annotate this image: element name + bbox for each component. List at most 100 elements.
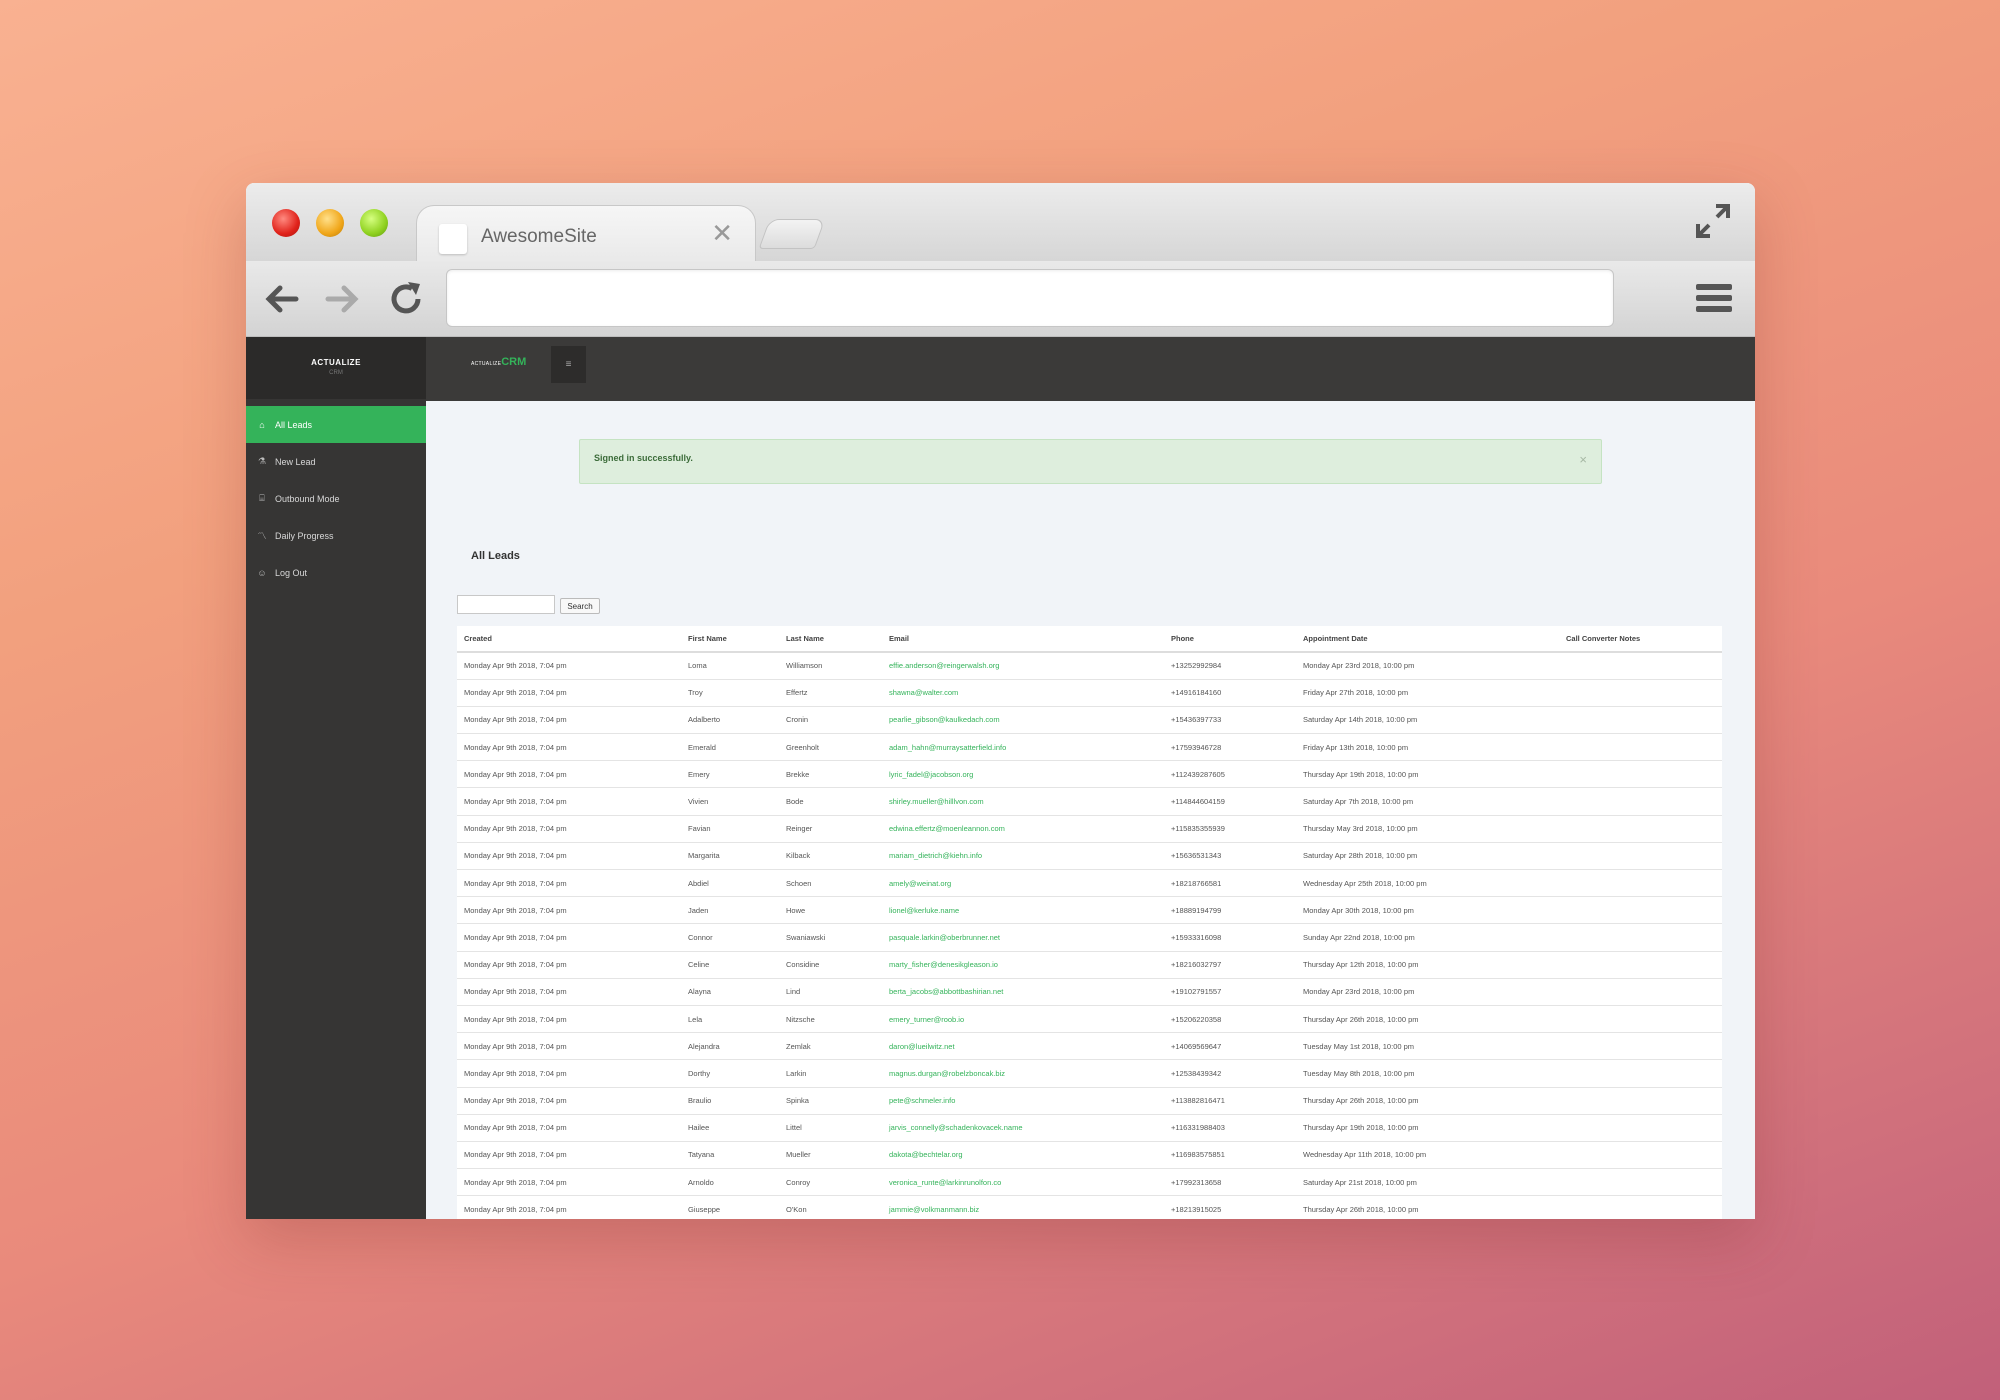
cell-last-name: Reinger (779, 815, 882, 843)
minimize-window-button[interactable] (316, 209, 344, 237)
new-tab-button[interactable] (758, 219, 826, 249)
cell-notes (1559, 815, 1722, 843)
column-header-appointment-date[interactable]: Appointment Date (1296, 626, 1559, 653)
forward-arrow-icon[interactable] (322, 279, 362, 319)
sidebar-item-new-lead[interactable]: ⚗ New Lead (246, 443, 426, 480)
table-row[interactable]: Monday Apr 9th 2018, 7:04 pm Margarita Kil… (457, 842, 1722, 871)
sidebar-item-all-leads[interactable]: ⌂ All Leads (246, 406, 426, 443)
sidebar-item-label: New Lead (275, 456, 316, 467)
table-row[interactable]: Monday Apr 9th 2018, 7:04 pm Arnoldo Conro… (457, 1168, 1722, 1197)
column-header-phone[interactable]: Phone (1164, 626, 1296, 653)
table-row[interactable]: Monday Apr 9th 2018, 7:04 pm Emerald Green… (457, 733, 1722, 762)
cell-appointment-date: Thursday Apr 19th 2018, 10:00 pm (1296, 760, 1559, 789)
reload-icon[interactable] (386, 279, 426, 319)
cell-appointment-date: Wednesday Apr 25th 2018, 10:00 pm (1296, 869, 1559, 898)
table-body: Monday Apr 9th 2018, 7:04 pm Loma Williams… (457, 652, 1722, 1219)
browser-toolbar (246, 261, 1755, 337)
cell-first-name: Troy (681, 679, 779, 707)
cell-last-name: Considine (779, 951, 882, 979)
cell-appointment-date: Thursday Apr 26th 2018, 10:00 pm (1296, 1087, 1559, 1115)
sidebar-item-outbound-mode[interactable]: ⌸ Outbound Mode (246, 480, 426, 517)
cell-email[interactable]: jarvis_connelly@schadenkovacek.name (882, 1114, 1164, 1142)
app-logo[interactable]: ACTUALIZECRM (471, 352, 526, 370)
cell-notes (1559, 787, 1722, 816)
cell-email[interactable]: adam_hahn@murraysatterfield.info (882, 733, 1164, 762)
cell-email[interactable]: effie.anderson@reingerwalsh.org (882, 652, 1164, 680)
cell-email[interactable]: veronica_runte@larkinrunolfon.co (882, 1168, 1164, 1197)
cell-appointment-date: Thursday Apr 12th 2018, 10:00 pm (1296, 951, 1559, 979)
column-header-email[interactable]: Email (882, 626, 1164, 653)
table-row[interactable]: Monday Apr 9th 2018, 7:04 pm Dorthy Larkin… (457, 1059, 1722, 1088)
column-header-created[interactable]: Created (457, 626, 681, 653)
alert-close-icon[interactable]: × (1579, 452, 1587, 467)
cell-appointment-date: Thursday Apr 26th 2018, 10:00 pm (1296, 1005, 1559, 1034)
cell-first-name: Alayna (681, 978, 779, 1006)
table-row[interactable]: Monday Apr 9th 2018, 7:04 pm Loma Williams… (457, 652, 1722, 680)
table-row[interactable]: Monday Apr 9th 2018, 7:04 pm Connor Swania… (457, 923, 1722, 952)
browser-menu-icon[interactable] (1695, 281, 1733, 315)
cell-created: Monday Apr 9th 2018, 7:04 pm (457, 787, 681, 816)
zoom-window-button[interactable] (360, 209, 388, 237)
browser-tab[interactable]: AwesomeSite ✕ (416, 205, 756, 263)
cell-notes (1559, 1059, 1722, 1088)
table-row[interactable]: Monday Apr 9th 2018, 7:04 pm Favian Reinge… (457, 815, 1722, 843)
close-window-button[interactable] (272, 209, 300, 237)
search-button[interactable]: Search (560, 598, 600, 614)
table-row[interactable]: Monday Apr 9th 2018, 7:04 pm Jaden Howe lio… (457, 896, 1722, 925)
cell-email[interactable]: lionel@kerluke.name (882, 896, 1164, 925)
search-input[interactable] (457, 595, 555, 614)
table-row[interactable]: Monday Apr 9th 2018, 7:04 pm Adalberto Cro… (457, 706, 1722, 735)
cell-email[interactable]: mariam_dietrich@kiehn.info (882, 842, 1164, 871)
fullscreen-icon[interactable] (1695, 203, 1731, 239)
back-arrow-icon[interactable] (262, 279, 302, 319)
chart-line-icon: 〽 (257, 531, 267, 541)
cell-last-name: Greenholt (779, 733, 882, 762)
sidebar-item-log-out[interactable]: ☺ Log Out (246, 554, 426, 591)
column-header-notes[interactable]: Call Converter Notes (1559, 626, 1722, 653)
table-row[interactable]: Monday Apr 9th 2018, 7:04 pm Emery Brekke l… (457, 760, 1722, 789)
cell-appointment-date: Sunday Apr 22nd 2018, 10:00 pm (1296, 923, 1559, 952)
table-row[interactable]: Monday Apr 9th 2018, 7:04 pm Lela Nitzsche… (457, 1005, 1722, 1034)
cell-email[interactable]: amely@weinat.org (882, 869, 1164, 898)
cell-first-name: Margarita (681, 842, 779, 871)
cell-email[interactable]: marty_fisher@denesikgleason.io (882, 951, 1164, 979)
cell-email[interactable]: edwina.effertz@moenleannon.com (882, 815, 1164, 843)
column-header-last-name[interactable]: Last Name (779, 626, 882, 653)
top-navbar: ACTUALIZECRM ≡ (426, 337, 1755, 401)
cell-first-name: Hailee (681, 1114, 779, 1142)
cell-appointment-date: Friday Apr 27th 2018, 10:00 pm (1296, 679, 1559, 707)
cell-last-name: Mueller (779, 1141, 882, 1170)
cell-email[interactable]: shawna@walter.com (882, 679, 1164, 707)
table-row[interactable]: Monday Apr 9th 2018, 7:04 pm Alayna Lind be… (457, 978, 1722, 1006)
table-row[interactable]: Monday Apr 9th 2018, 7:04 pm Troy Effertz s… (457, 679, 1722, 707)
address-bar[interactable] (446, 269, 1614, 327)
cell-email[interactable]: daron@lueilwitz.net (882, 1032, 1164, 1061)
cell-email[interactable]: pearlie_gibson@kaulkedach.com (882, 706, 1164, 735)
cell-email[interactable]: emery_turner@roob.io (882, 1005, 1164, 1034)
cell-email[interactable]: jammie@volkmanmann.biz (882, 1195, 1164, 1219)
cell-last-name: Howe (779, 896, 882, 925)
table-row[interactable]: Monday Apr 9th 2018, 7:04 pm Braulio Spink… (457, 1087, 1722, 1115)
cell-email[interactable]: shirley.mueller@hilllvon.com (882, 787, 1164, 816)
sidebar-brand[interactable]: ACTUALIZE CRM (246, 337, 426, 399)
cell-email[interactable]: pasquale.larkin@oberbrunner.net (882, 923, 1164, 952)
cell-email[interactable]: lyric_fadel@jacobson.org (882, 760, 1164, 789)
cell-email[interactable]: dakota@bechtelar.org (882, 1141, 1164, 1170)
column-header-first-name[interactable]: First Name (681, 626, 779, 653)
sidebar-toggle-button[interactable]: ≡ (551, 346, 586, 383)
cell-email[interactable]: magnus.durgan@robelzboncak.biz (882, 1059, 1164, 1088)
cell-email[interactable]: berta_jacobs@abbottbashirian.net (882, 978, 1164, 1006)
table-row[interactable]: Monday Apr 9th 2018, 7:04 pm Abdiel Schoen… (457, 869, 1722, 898)
cell-created: Monday Apr 9th 2018, 7:04 pm (457, 760, 681, 789)
cell-email[interactable]: pete@schmeler.info (882, 1087, 1164, 1115)
table-row[interactable]: Monday Apr 9th 2018, 7:04 pm Giuseppe O'Ko… (457, 1195, 1722, 1219)
table-row[interactable]: Monday Apr 9th 2018, 7:04 pm Tatyana Muell… (457, 1141, 1722, 1170)
sidebar-item-daily-progress[interactable]: 〽 Daily Progress (246, 517, 426, 554)
table-row[interactable]: Monday Apr 9th 2018, 7:04 pm Hailee Littel… (457, 1114, 1722, 1142)
page-title: All Leads (471, 550, 520, 562)
table-row[interactable]: Monday Apr 9th 2018, 7:04 pm Celine Consid… (457, 951, 1722, 979)
cell-notes (1559, 1168, 1722, 1197)
table-row[interactable]: Monday Apr 9th 2018, 7:04 pm Vivien Bode sh… (457, 787, 1722, 816)
table-row[interactable]: Monday Apr 9th 2018, 7:04 pm Alejandra Zem… (457, 1032, 1722, 1061)
tab-close-icon[interactable]: ✕ (711, 220, 733, 246)
